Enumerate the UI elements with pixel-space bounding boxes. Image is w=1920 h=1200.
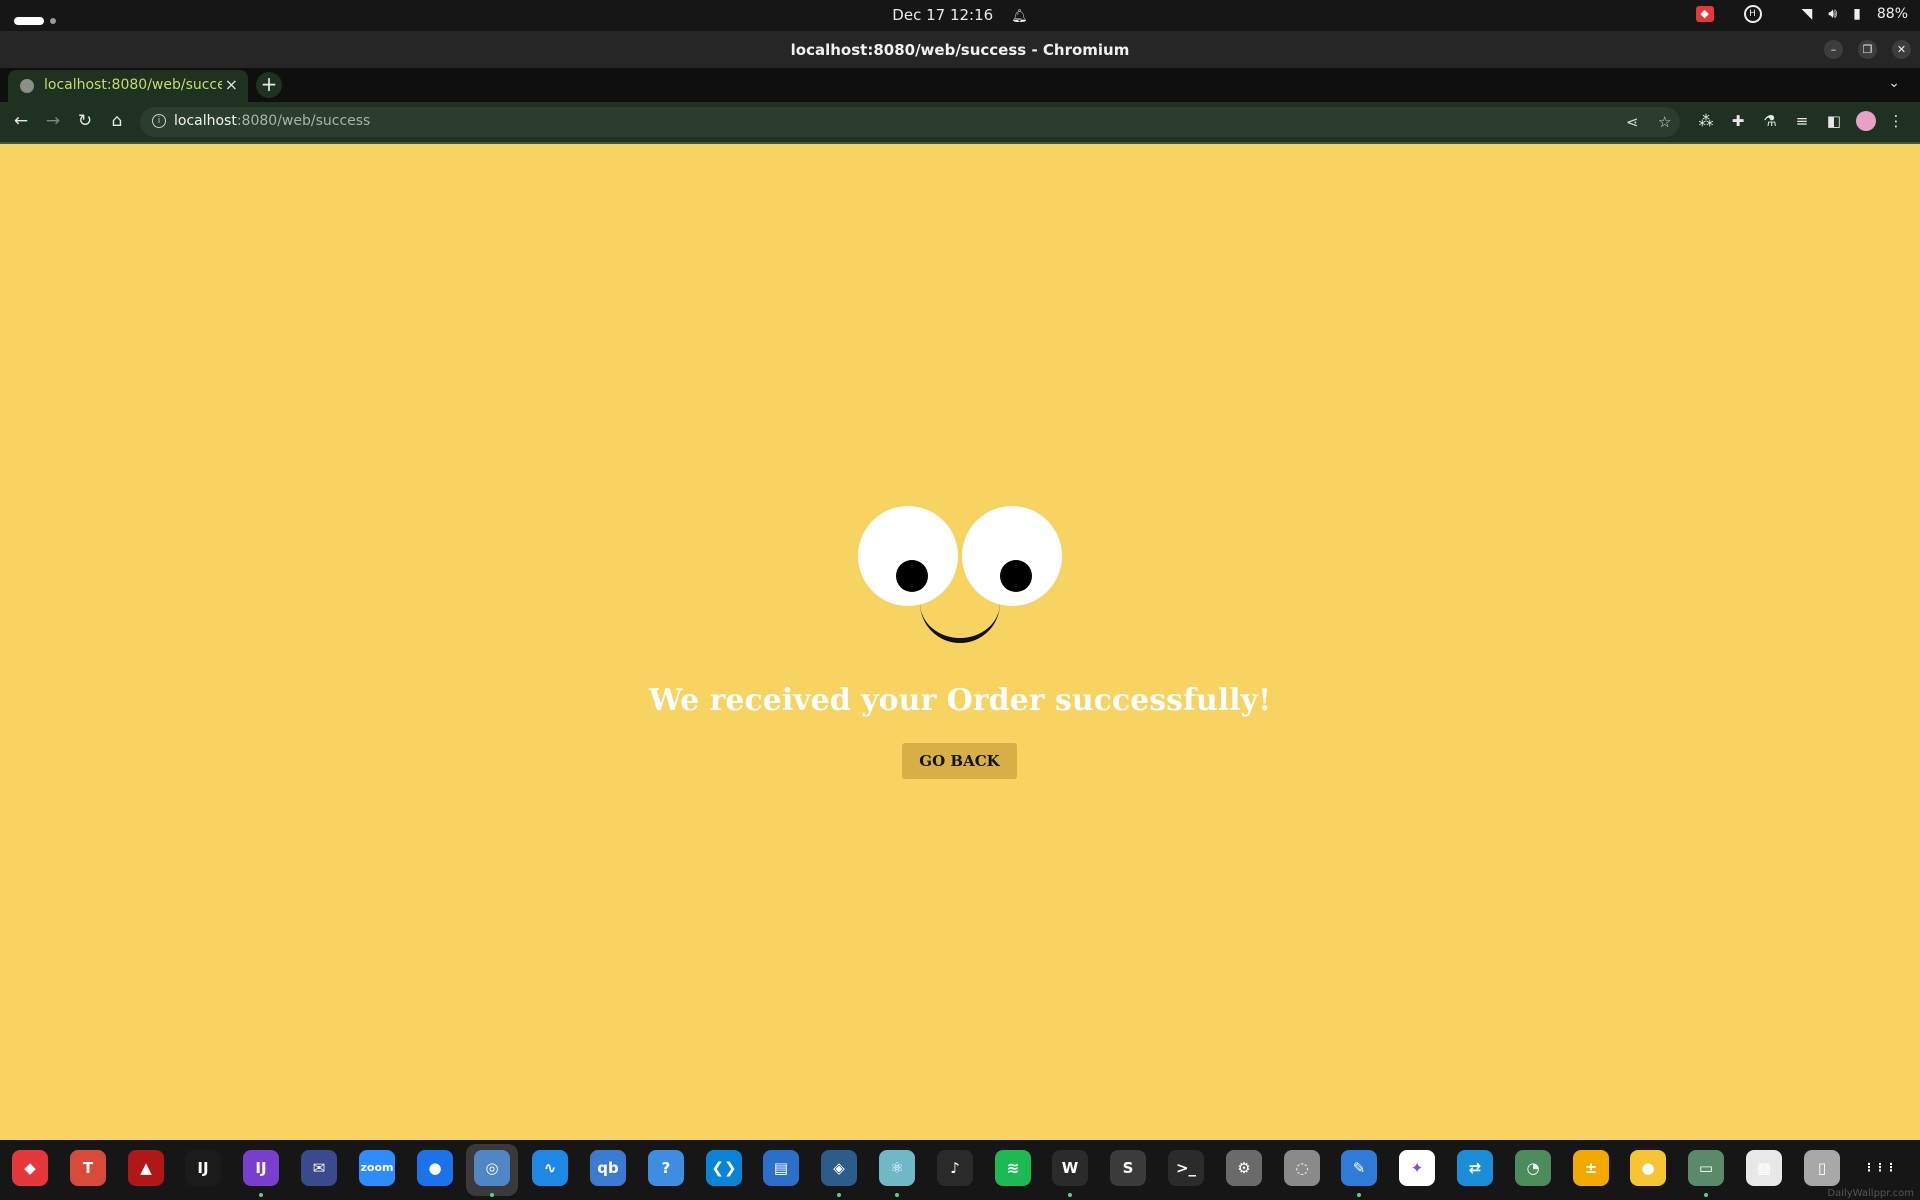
side-panel-icon[interactable]: ◧	[1824, 111, 1844, 131]
anydesk-tray-icon[interactable]: ◆	[1695, 6, 1714, 22]
chromium-icon[interactable]: ◎	[474, 1150, 510, 1186]
mail-icon[interactable]: ✉	[301, 1150, 337, 1186]
media-controls-icon[interactable]: ≡	[1792, 111, 1812, 131]
battery-icon: ▮	[1853, 6, 1861, 22]
ai-assistant-icon[interactable]: ✦	[1399, 1150, 1435, 1186]
tab-strip: localhost:8080/web/success × + ⌄	[0, 68, 1920, 102]
url-host: localhost	[174, 113, 237, 129]
calculator-icon[interactable]: ±	[1573, 1150, 1609, 1186]
close-window-button[interactable]: ✕	[1892, 40, 1911, 59]
bookmark-star-icon[interactable]: ☆	[1658, 113, 1671, 131]
minimize-button[interactable]: –	[1824, 40, 1843, 59]
running-indicator-dot	[1068, 1193, 1072, 1197]
vscode-icon[interactable]: ❮❯	[706, 1150, 742, 1186]
archive-icon[interactable]: ▯	[1804, 1150, 1840, 1186]
share-icon[interactable]: ⋖	[1626, 113, 1639, 131]
success-message: We received your Order successfully!	[648, 683, 1272, 718]
running-indicator-dot	[490, 1193, 494, 1197]
atom-icon[interactable]: ⚛	[879, 1150, 915, 1186]
left-eye	[858, 506, 958, 606]
site-info-icon[interactable]: i	[152, 114, 166, 128]
running-indicator-dot	[895, 1193, 899, 1197]
piano-icon[interactable]: ♪	[937, 1150, 973, 1186]
warp-icon[interactable]: W	[1052, 1150, 1088, 1186]
qbittorrent-icon[interactable]: qb	[590, 1150, 626, 1186]
clock[interactable]: Dec 17 12:16 🔔︎	[0, 6, 1920, 24]
globe-icon	[20, 79, 34, 93]
document-viewer-icon[interactable]: ▤	[763, 1150, 799, 1186]
battery-percent: 88%	[1876, 6, 1908, 22]
browser-menu-icon[interactable]: ⋮	[1886, 111, 1906, 131]
files-icon[interactable]: ▭	[1688, 1150, 1724, 1186]
profile-avatar[interactable]	[1856, 111, 1876, 131]
system-tray[interactable]: ◆ H ◥ 🔊︎ ▮ 88%	[1695, 5, 1908, 23]
new-tab-button[interactable]: +	[256, 72, 282, 98]
url-path: :8080/web/success	[236, 113, 371, 129]
window-title-bar[interactable]: localhost:8080/web/success - Chromium – …	[0, 31, 1920, 68]
intellij-community-icon[interactable]: IJ	[185, 1150, 221, 1186]
labs-flask-icon[interactable]: ⚗	[1760, 111, 1780, 131]
right-pupil	[1000, 560, 1032, 592]
left-pupil	[896, 560, 928, 592]
tab-title: localhost:8080/web/success	[44, 77, 222, 93]
running-indicator-dot	[1357, 1193, 1361, 1197]
browser-toolbar: ← → ↻ ⌂ i localhost:8080/web/success ⋖ ☆…	[0, 102, 1920, 142]
restore-button[interactable]: ❐	[1858, 40, 1877, 59]
sublime-text-icon[interactable]: S	[1110, 1150, 1146, 1186]
url-text[interactable]: localhost:8080/web/success	[174, 113, 370, 129]
mysql-workbench-icon[interactable]: ◈	[821, 1150, 857, 1186]
settings-icon[interactable]: ⚙	[1226, 1150, 1262, 1186]
clock-label: Dec 17 12:16	[892, 6, 994, 24]
home-button[interactable]: ⌂	[106, 110, 128, 132]
success-page	[0, 144, 1920, 1140]
system-top-bar: Dec 17 12:16 🔔︎ ◆ H ◥ 🔊︎ ▮ 88%	[0, 0, 1920, 31]
smile-mouth	[920, 598, 1000, 643]
spotify-icon[interactable]: ≋	[995, 1150, 1031, 1186]
running-indicator-dot	[837, 1193, 841, 1197]
app-indicator-icon[interactable]: H	[1743, 5, 1762, 23]
document-scanner-icon[interactable]: ▦	[1746, 1150, 1782, 1186]
right-eye	[962, 506, 1062, 606]
text-editor-icon[interactable]: ✎	[1341, 1150, 1377, 1186]
duck-icon[interactable]: ●	[1630, 1150, 1666, 1186]
back-button[interactable]: ←	[10, 110, 32, 132]
app-red-circle-icon[interactable]: T	[70, 1150, 106, 1186]
forward-button[interactable]: →	[42, 110, 64, 132]
show-apps-icon[interactable]: ⋮⋮⋮	[1862, 1150, 1898, 1186]
app-red-figure-icon[interactable]: ▲	[128, 1150, 164, 1186]
zoom-icon[interactable]: zoom	[359, 1150, 395, 1186]
window-title: localhost:8080/web/success - Chromium	[790, 41, 1130, 59]
extensions-puzzle-icon[interactable]: ✚	[1728, 111, 1748, 131]
running-indicator-dot	[259, 1193, 263, 1197]
tab-active[interactable]: localhost:8080/web/success ×	[8, 70, 248, 102]
intellij-ultimate-icon[interactable]: IJ	[243, 1150, 279, 1186]
thunderbird-icon[interactable]: ●	[417, 1150, 453, 1186]
anydesk-icon[interactable]: ◆	[12, 1150, 48, 1186]
bell-icon: 🔔︎	[1011, 9, 1028, 24]
running-indicator-dot	[1704, 1193, 1708, 1197]
chat-icon[interactable]: ◌	[1284, 1150, 1320, 1186]
volume-icon: 🔊︎	[1828, 6, 1838, 22]
google-assistant-extension-icon[interactable]: ⁂	[1696, 111, 1716, 131]
go-back-button[interactable]: GO BACK	[902, 743, 1017, 779]
watermark: DailyWallppr.com	[1827, 1188, 1914, 1199]
dock: ◆ T ▲ IJ IJ ✉ zoom ● ◎ ∿ qb? ❮❯ ▤ ◈ ⚛ ♪ ≋ W S >_ ⚙ ◌ ✎ ✦ ⇄ ◔ ± ● ▭ ▦ ▯…	[0, 1140, 1920, 1200]
speedometer-icon[interactable]: ◔	[1515, 1150, 1551, 1186]
wifi-icon: ◥	[1801, 6, 1813, 22]
terminal-icon[interactable]: >_	[1168, 1150, 1204, 1186]
system-monitor-icon[interactable]: ∿	[532, 1150, 568, 1186]
help-icon[interactable]: ?	[648, 1150, 684, 1186]
tab-close-icon[interactable]: ×	[225, 75, 238, 94]
address-bar[interactable]: i localhost:8080/web/success ⋖ ☆	[140, 107, 1680, 137]
remote-desktop-icon[interactable]: ⇄	[1457, 1150, 1493, 1186]
reload-button[interactable]: ↻	[74, 110, 96, 132]
tab-search-chevron-icon[interactable]: ⌄	[1888, 75, 1900, 91]
